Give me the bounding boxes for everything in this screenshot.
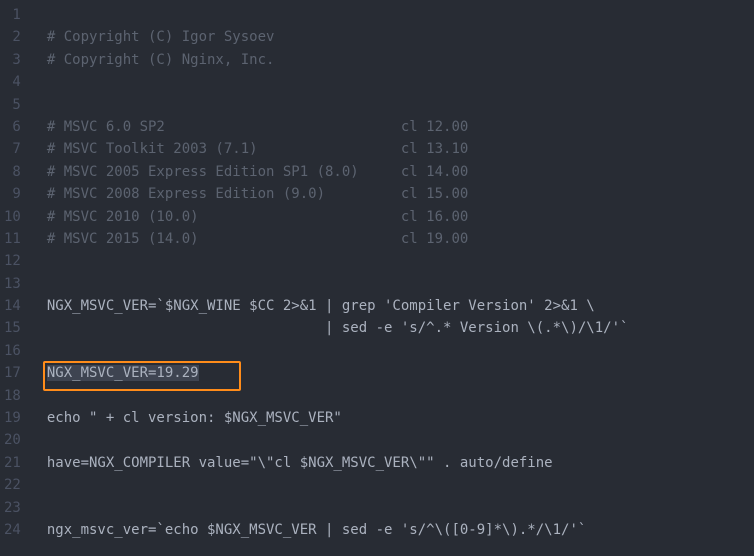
line-number: 12 <box>4 250 21 272</box>
code-line[interactable] <box>47 273 754 295</box>
line-number: 10 <box>4 206 21 228</box>
code-line[interactable]: echo " + cl version: $NGX_MSVC_VER" <box>47 407 754 429</box>
code-text: # MSVC 6.0 SP2 cl 12.00 <box>47 119 468 135</box>
code-line[interactable] <box>47 474 754 496</box>
line-number: 22 <box>4 474 21 496</box>
code-line[interactable]: # MSVC 2005 Express Edition SP1 (8.0) cl… <box>47 161 754 183</box>
code-text: # Copyright (C) Nginx, Inc. <box>47 52 275 68</box>
line-number: 5 <box>4 94 21 116</box>
line-number: 23 <box>4 497 21 519</box>
code-text: NGX_MSVC_VER=19.29 <box>47 365 199 381</box>
code-line[interactable] <box>47 94 754 116</box>
line-number: 6 <box>4 116 21 138</box>
line-number: 17 <box>4 362 21 384</box>
line-number: 15 <box>4 317 21 339</box>
code-line[interactable] <box>47 385 754 407</box>
code-line[interactable]: # Copyright (C) Nginx, Inc. <box>47 49 754 71</box>
line-number-gutter: 123456789101112131415161718192021222324 <box>0 0 29 556</box>
code-text: have=NGX_COMPILER value="\"cl $NGX_MSVC_… <box>47 455 553 471</box>
line-number: 11 <box>4 228 21 250</box>
code-line[interactable] <box>47 429 754 451</box>
line-number: 8 <box>4 161 21 183</box>
line-number: 16 <box>4 340 21 362</box>
code-line[interactable]: # MSVC 2010 (10.0) cl 16.00 <box>47 206 754 228</box>
code-area[interactable]: # Copyright (C) Igor Sysoev # Copyright (… <box>29 0 754 556</box>
code-text: # MSVC 2005 Express Edition SP1 (8.0) cl… <box>47 164 468 180</box>
code-text: # MSVC 2015 (14.0) cl 19.00 <box>47 231 468 247</box>
code-line[interactable]: | sed -e 's/^.* Version \(.*\)/\1/'` <box>47 317 754 339</box>
code-line[interactable]: # MSVC 2008 Express Edition (9.0) cl 15.… <box>47 183 754 205</box>
code-editor[interactable]: 123456789101112131415161718192021222324 … <box>0 0 754 556</box>
line-number: 14 <box>4 295 21 317</box>
code-line[interactable]: NGX_MSVC_VER=`$NGX_WINE $CC 2>&1 | grep … <box>47 295 754 317</box>
code-text: # MSVC 2010 (10.0) cl 16.00 <box>47 209 468 225</box>
line-number: 20 <box>4 429 21 451</box>
line-number: 21 <box>4 452 21 474</box>
code-line[interactable] <box>47 4 754 26</box>
line-number: 1 <box>4 4 21 26</box>
code-line[interactable]: ngx_msvc_ver=`echo $NGX_MSVC_VER | sed -… <box>47 519 754 541</box>
code-line[interactable]: # MSVC 6.0 SP2 cl 12.00 <box>47 116 754 138</box>
code-line[interactable]: NGX_MSVC_VER=19.29 <box>47 362 754 384</box>
line-number: 19 <box>4 407 21 429</box>
line-number: 24 <box>4 519 21 541</box>
code-line[interactable] <box>47 340 754 362</box>
code-line[interactable] <box>47 250 754 272</box>
line-number: 13 <box>4 273 21 295</box>
line-number: 2 <box>4 26 21 48</box>
code-line[interactable]: # MSVC 2015 (14.0) cl 19.00 <box>47 228 754 250</box>
code-line[interactable] <box>47 497 754 519</box>
line-number: 9 <box>4 183 21 205</box>
code-text: | sed -e 's/^.* Version \(.*\)/\1/'` <box>47 320 629 336</box>
code-line[interactable] <box>47 71 754 93</box>
code-line[interactable]: # MSVC Toolkit 2003 (7.1) cl 13.10 <box>47 138 754 160</box>
code-text: # Copyright (C) Igor Sysoev <box>47 29 275 45</box>
code-line[interactable]: have=NGX_COMPILER value="\"cl $NGX_MSVC_… <box>47 452 754 474</box>
line-number: 18 <box>4 385 21 407</box>
line-number: 7 <box>4 138 21 160</box>
code-text: # MSVC Toolkit 2003 (7.1) cl 13.10 <box>47 141 468 157</box>
code-text: NGX_MSVC_VER=`$NGX_WINE $CC 2>&1 | grep … <box>47 298 595 314</box>
line-number: 3 <box>4 49 21 71</box>
code-text: # MSVC 2008 Express Edition (9.0) cl 15.… <box>47 186 468 202</box>
code-text: echo " + cl version: $NGX_MSVC_VER" <box>47 410 342 426</box>
code-line[interactable]: # Copyright (C) Igor Sysoev <box>47 26 754 48</box>
code-text: ngx_msvc_ver=`echo $NGX_MSVC_VER | sed -… <box>47 522 586 538</box>
line-number: 4 <box>4 71 21 93</box>
